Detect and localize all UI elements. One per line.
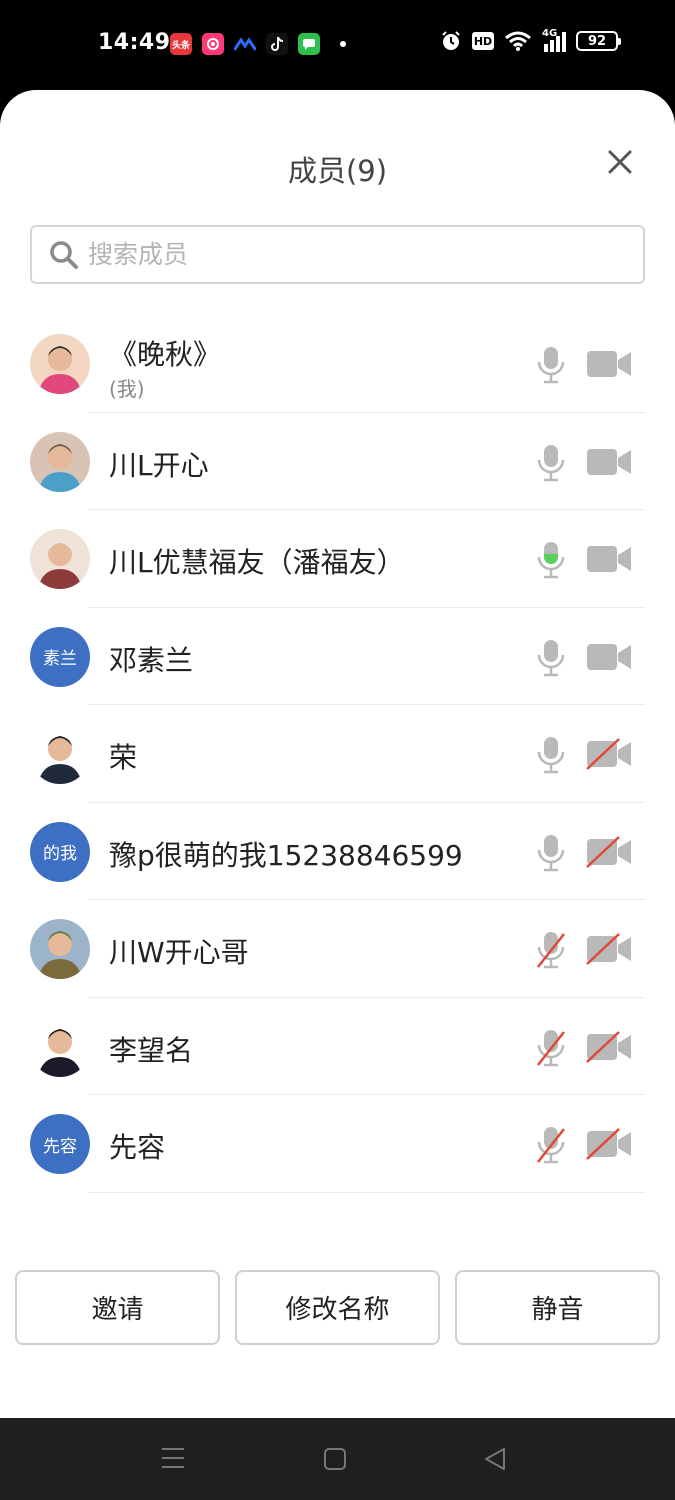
home-nav-icon[interactable] — [322, 1446, 348, 1472]
member-self-tag: (我) — [109, 377, 145, 401]
tiktok-icon — [266, 33, 288, 55]
status-bar: 14:49 头条 HD 4G 92 — [0, 0, 675, 90]
status-time: 14:49 — [98, 30, 171, 55]
battery-icon: 92 — [576, 31, 621, 51]
camera-off-icon[interactable] — [585, 1030, 633, 1063]
member-list: 《晚秋》 (我) 川L开心川L优慧福友（潘福友） 素兰 邓素兰荣的我 豫p很萌的我1523… — [0, 315, 675, 1193]
signal-icon: 4G — [542, 28, 566, 52]
member-name: 李望名 — [109, 1033, 194, 1067]
member-avatar — [30, 529, 90, 589]
search-icon — [50, 240, 78, 269]
member-row[interactable]: 先容 先容 — [0, 1095, 675, 1193]
video-app-icon — [202, 33, 224, 55]
mic-icon[interactable] — [533, 443, 569, 483]
camera-off-icon[interactable] — [585, 738, 633, 770]
member-name: 《晚秋》 — [109, 338, 222, 371]
mic-icon[interactable] — [533, 540, 569, 580]
tencent-meeting-icon — [234, 33, 256, 55]
member-row[interactable]: 川L优慧福友（潘福友） — [0, 510, 675, 608]
camera-icon[interactable] — [585, 543, 633, 575]
member-avatar — [30, 334, 90, 394]
member-row[interactable]: 李望名 — [0, 998, 675, 1095]
member-row[interactable]: 《晚秋》 (我) — [0, 315, 675, 413]
camera-off-icon[interactable] — [585, 835, 633, 868]
navigation-bar — [0, 1418, 675, 1500]
toutiao-app-icon: 头条 — [170, 33, 192, 55]
member-row[interactable]: 荣 — [0, 705, 675, 803]
more-notifications-dot — [340, 41, 346, 47]
member-avatar: 的我 — [30, 821, 90, 882]
mic-icon[interactable] — [533, 638, 569, 678]
menu-nav-icon[interactable] — [160, 1446, 186, 1470]
camera-icon[interactable] — [585, 348, 633, 380]
battery-level: 92 — [587, 33, 607, 49]
camera-icon[interactable] — [585, 446, 633, 478]
invite-button[interactable]: 邀请 — [15, 1270, 220, 1345]
hd-icon: HD — [472, 32, 494, 50]
mic-icon[interactable] — [533, 345, 569, 385]
member-name: 川L优慧福友（潘福友） — [109, 546, 405, 579]
back-nav-icon[interactable] — [482, 1446, 508, 1472]
close-icon[interactable] — [600, 142, 640, 182]
camera-off-icon[interactable] — [585, 933, 633, 965]
member-avatar — [30, 431, 90, 492]
search-box[interactable] — [30, 225, 645, 284]
member-avatar: 素兰 — [30, 626, 90, 687]
member-avatar: 先容 — [30, 1114, 90, 1174]
member-row[interactable]: 川W开心哥 — [0, 900, 675, 998]
mic-icon[interactable] — [533, 833, 569, 873]
member-row[interactable]: 素兰 邓素兰 — [0, 608, 675, 705]
member-avatar — [30, 919, 90, 979]
member-name: 荣 — [109, 741, 138, 774]
row-divider — [88, 1191, 645, 1193]
camera-icon[interactable] — [585, 641, 633, 673]
mic-muted-icon[interactable] — [533, 930, 569, 970]
member-avatar — [30, 1016, 90, 1077]
message-app-icon — [298, 33, 320, 55]
alarm-icon — [442, 31, 460, 50]
member-row[interactable]: 川L开心 — [0, 413, 675, 510]
camera-off-icon[interactable] — [585, 1128, 633, 1160]
mic-icon[interactable] — [533, 735, 569, 775]
member-name: 先容 — [109, 1131, 166, 1164]
member-name: 邓素兰 — [109, 643, 194, 677]
mute-button[interactable]: 静音 — [455, 1270, 660, 1345]
wifi-icon — [505, 31, 531, 51]
member-avatar — [30, 724, 90, 784]
member-name: 川L开心 — [109, 448, 209, 482]
member-row[interactable]: 的我 豫p很萌的我15238846599 — [0, 803, 675, 900]
member-name: 豫p很萌的我15238846599 — [109, 838, 463, 872]
notification-icons: 头条 — [170, 33, 346, 55]
member-name: 川W开心哥 — [109, 936, 249, 969]
members-sheet: 成员(9) 《晚秋》 (我) 川L开心川L优慧福友（潘福友） 素兰邓素兰荣的我豫p很萌… — [0, 90, 675, 1418]
mic-muted-icon[interactable] — [533, 1028, 569, 1068]
mic-muted-icon[interactable] — [533, 1125, 569, 1165]
sheet-title: 成员(9) — [287, 154, 388, 188]
system-indicators: HD 4G 92 — [440, 28, 621, 52]
rename-button[interactable]: 修改名称 — [235, 1270, 440, 1345]
network-type-label: 4G — [542, 28, 558, 39]
search-input[interactable] — [88, 240, 608, 269]
